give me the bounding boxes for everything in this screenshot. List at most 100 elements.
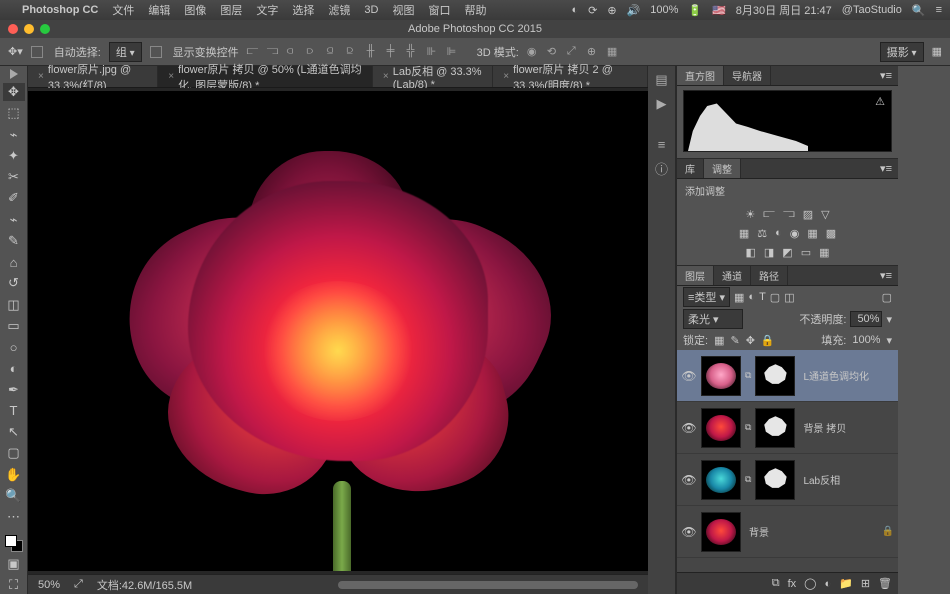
opacity-input[interactable]: 50%	[850, 311, 882, 327]
visibility-icon[interactable]: 👁	[681, 421, 697, 435]
layer-name[interactable]: 背景	[745, 524, 878, 539]
move-tool-icon[interactable]: ✥▾	[8, 45, 23, 58]
cache-warning-icon[interactable]: ⚠	[875, 95, 885, 108]
align-icon[interactable]: ⫏	[287, 45, 301, 59]
lookup-icon[interactable]: ▩	[826, 227, 836, 240]
3d-icon[interactable]: ▦	[607, 45, 621, 59]
layer-row[interactable]: 👁 背景 🔒	[677, 506, 898, 558]
healing-tool[interactable]: ⌁	[3, 211, 25, 229]
panel-menu-icon[interactable]: ▾≡	[874, 269, 898, 282]
delete-layer-icon[interactable]: 🗑	[878, 577, 892, 590]
fill-arrow-icon[interactable]: ▾	[886, 334, 892, 347]
dodge-tool[interactable]: ◐	[3, 359, 25, 377]
layer-mask[interactable]	[755, 408, 795, 448]
channels-tab[interactable]: 通道	[714, 266, 751, 285]
vibrance-icon[interactable]: ▽	[821, 208, 829, 221]
search-icon[interactable]: ▦	[932, 45, 942, 58]
distribute-icon[interactable]: ╬	[407, 45, 421, 59]
new-layer-icon[interactable]: ⊞	[861, 577, 870, 590]
3d-icon[interactable]: ⊕	[587, 45, 601, 59]
menu-file[interactable]: 文件	[112, 2, 134, 18]
quick-select-tool[interactable]: ✦	[3, 147, 25, 165]
exposure-icon[interactable]: ▨	[803, 208, 813, 221]
navigator-tab[interactable]: 导航器	[724, 66, 771, 85]
marquee-tool[interactable]: ⬚	[3, 104, 25, 122]
type-tool[interactable]: T	[3, 402, 25, 420]
canvas[interactable]	[28, 88, 648, 574]
crop-tool[interactable]: ✂	[3, 168, 25, 186]
layers-tab[interactable]: 图层	[677, 266, 714, 285]
visibility-icon[interactable]: 👁	[681, 525, 697, 539]
histogram-tab[interactable]: 直方图	[677, 66, 724, 85]
distribute-icon[interactable]: ╪	[387, 45, 401, 59]
link-icon[interactable]: ⧉	[745, 422, 751, 433]
photo-filter-icon[interactable]: ◉	[790, 227, 800, 240]
new-adjustment-icon[interactable]: ◐	[824, 578, 831, 590]
menu-window[interactable]: 窗口	[428, 2, 450, 18]
panel-menu-icon[interactable]: ▾≡	[874, 162, 898, 175]
menu-edit[interactable]: 编辑	[148, 2, 170, 18]
paths-tab[interactable]: 路径	[751, 266, 788, 285]
history-icon[interactable]: ▤	[652, 70, 672, 90]
eyedropper-tool[interactable]: ✐	[3, 189, 25, 207]
filter-toggle[interactable]: ▢	[882, 291, 892, 304]
scrollbar[interactable]	[338, 581, 638, 589]
quickmask-tool[interactable]: ▣	[3, 555, 25, 573]
align-icon[interactable]: ⫑	[327, 45, 341, 59]
menu-select[interactable]: 选择	[292, 2, 314, 18]
opacity-arrow-icon[interactable]: ▾	[886, 313, 892, 326]
panel-menu-icon[interactable]: ▾≡	[874, 69, 898, 82]
layer-thumb[interactable]	[701, 460, 741, 500]
zoom-tool[interactable]: 🔍	[3, 487, 25, 505]
distribute-icon[interactable]: ⊫	[447, 45, 461, 59]
link-layers-icon[interactable]: ⧉	[772, 577, 780, 590]
layer-filter-dropdown[interactable]: ≡类型 ▾	[683, 287, 730, 307]
layer-name[interactable]: L通道色调均化	[799, 368, 894, 383]
link-icon[interactable]: ⧉	[745, 474, 751, 485]
layer-row[interactable]: 👁 ⧉ Lab反相	[677, 454, 898, 506]
color-balance-icon[interactable]: ⚖	[757, 227, 767, 240]
fill-input[interactable]: 100%	[852, 334, 880, 346]
menu-layer[interactable]: 图层	[220, 2, 242, 18]
visibility-icon[interactable]: 👁	[681, 369, 697, 383]
document-tab[interactable]: ×Lab反相 @ 33.3%(Lab/8) *	[373, 66, 493, 87]
align-icon[interactable]: ⫎	[267, 45, 281, 59]
hue-icon[interactable]: ▦	[739, 227, 749, 240]
layer-thumb[interactable]	[701, 356, 741, 396]
levels-icon[interactable]: ⫍	[763, 208, 775, 221]
lock-trans-icon[interactable]: ▦	[714, 334, 724, 347]
eraser-tool[interactable]: ◫	[3, 296, 25, 314]
stamp-tool[interactable]: ⌂	[3, 253, 25, 271]
filter-adjust-icon[interactable]: ◐	[748, 291, 755, 303]
align-icon[interactable]: ⫒	[347, 45, 361, 59]
maximize-icon[interactable]	[40, 24, 50, 34]
expand-icon[interactable]: ⤢	[74, 578, 83, 591]
filter-type-icon[interactable]: T	[759, 291, 766, 303]
adjustments-tab[interactable]: 调整	[704, 159, 741, 178]
lock-image-icon[interactable]: ✎	[730, 334, 739, 347]
properties-icon[interactable]: ≡	[652, 134, 672, 154]
document-tab[interactable]: ×flower原片.jpg @ 33.3%(红/8)	[28, 66, 158, 87]
tools-collapse-icon[interactable]	[10, 69, 18, 79]
curves-icon[interactable]: ⫎	[783, 208, 795, 221]
menu-type[interactable]: 文字	[256, 2, 278, 18]
brush-tool[interactable]: ✎	[3, 232, 25, 250]
layer-thumb[interactable]	[701, 512, 741, 552]
doc-size[interactable]: 文档:42.6M/165.5M	[97, 577, 192, 593]
path-tool[interactable]: ↖	[3, 423, 25, 441]
close-icon[interactable]	[8, 24, 18, 34]
posterize-icon[interactable]: ◨	[764, 246, 774, 259]
zoom-level[interactable]: 50%	[38, 579, 60, 591]
menu-3d[interactable]: 3D	[364, 4, 378, 16]
fx-icon[interactable]: fx	[788, 578, 797, 590]
distribute-icon[interactable]: ⊪	[427, 45, 441, 59]
visibility-icon[interactable]: 👁	[681, 473, 697, 487]
move-tool[interactable]: ✥	[3, 83, 25, 101]
3d-icon[interactable]: ◉	[527, 45, 541, 59]
workspace-dropdown[interactable]: 摄影 ▾	[880, 42, 924, 62]
sync-icon[interactable]: ⟳	[588, 4, 597, 17]
lock-all-icon[interactable]: 🔒	[761, 334, 775, 347]
hand-tool[interactable]: ✋	[3, 466, 25, 484]
menu-image[interactable]: 图像	[184, 2, 206, 18]
minimize-icon[interactable]	[24, 24, 34, 34]
